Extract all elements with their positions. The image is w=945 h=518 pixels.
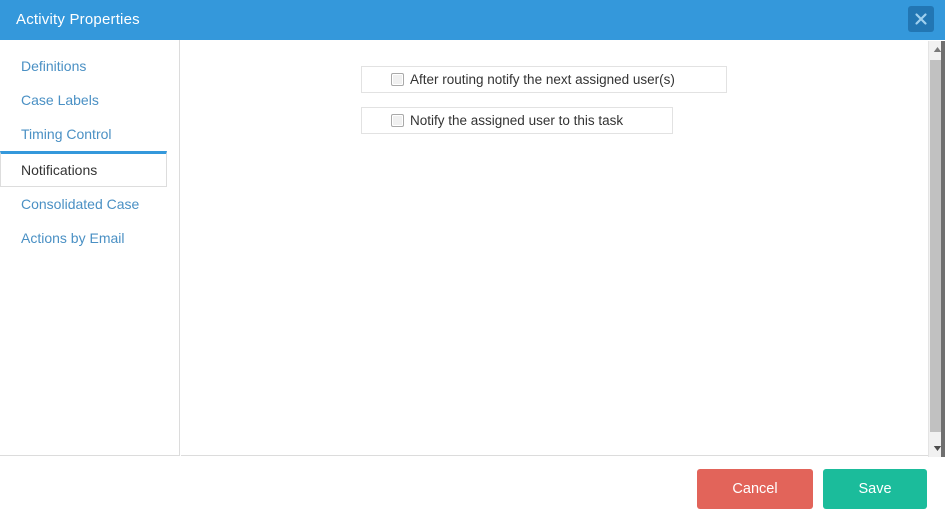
- sidebar-item-consolidated-case[interactable]: Consolidated Case: [0, 187, 180, 221]
- sidebar-item-timing-control[interactable]: Timing Control: [0, 117, 180, 151]
- sidebar-item-label: Notifications: [21, 162, 98, 178]
- sidebar-nav: Definitions Case Labels Timing Control N…: [0, 49, 180, 255]
- window-right-edge: [941, 41, 945, 457]
- sidebar-item-notifications[interactable]: Notifications: [0, 151, 167, 187]
- sidebar-item-label: Consolidated Case: [21, 196, 140, 212]
- sidebar-item-label: Actions by Email: [21, 230, 125, 246]
- option-row-inner: After routing notify the next assigned u…: [362, 72, 675, 87]
- notifications-panel: After routing notify the next assigned u…: [181, 40, 945, 456]
- cancel-button[interactable]: Cancel: [697, 469, 813, 509]
- close-button[interactable]: [908, 6, 934, 32]
- save-button[interactable]: Save: [823, 469, 927, 509]
- dialog-titlebar: Activity Properties: [0, 0, 945, 40]
- option-row-inner: Notify the assigned user to this task: [362, 113, 623, 128]
- sidebar-item-actions-by-email[interactable]: Actions by Email: [0, 221, 180, 255]
- sidebar: Definitions Case Labels Timing Control N…: [0, 40, 180, 456]
- option-label: After routing notify the next assigned u…: [410, 72, 675, 87]
- dialog-title: Activity Properties: [16, 11, 140, 28]
- option-row[interactable]: After routing notify the next assigned u…: [361, 66, 727, 93]
- dialog-footer: Cancel Save: [0, 457, 945, 518]
- dialog-body: Definitions Case Labels Timing Control N…: [0, 40, 945, 457]
- option-row[interactable]: Notify the assigned user to this task: [361, 107, 673, 134]
- close-icon: [915, 13, 927, 25]
- checkbox-notify-next-assigned-user[interactable]: [391, 73, 404, 86]
- option-label: Notify the assigned user to this task: [410, 113, 624, 128]
- sidebar-item-label: Timing Control: [21, 126, 112, 142]
- activity-properties-dialog: Activity Properties Definitions Case Lab…: [0, 0, 945, 518]
- sidebar-item-definitions[interactable]: Definitions: [0, 49, 180, 83]
- sidebar-item-case-labels[interactable]: Case Labels: [0, 83, 180, 117]
- sidebar-item-label: Definitions: [21, 58, 87, 74]
- checkbox-notify-assigned-user-task[interactable]: [391, 114, 404, 127]
- sidebar-item-label: Case Labels: [21, 92, 99, 108]
